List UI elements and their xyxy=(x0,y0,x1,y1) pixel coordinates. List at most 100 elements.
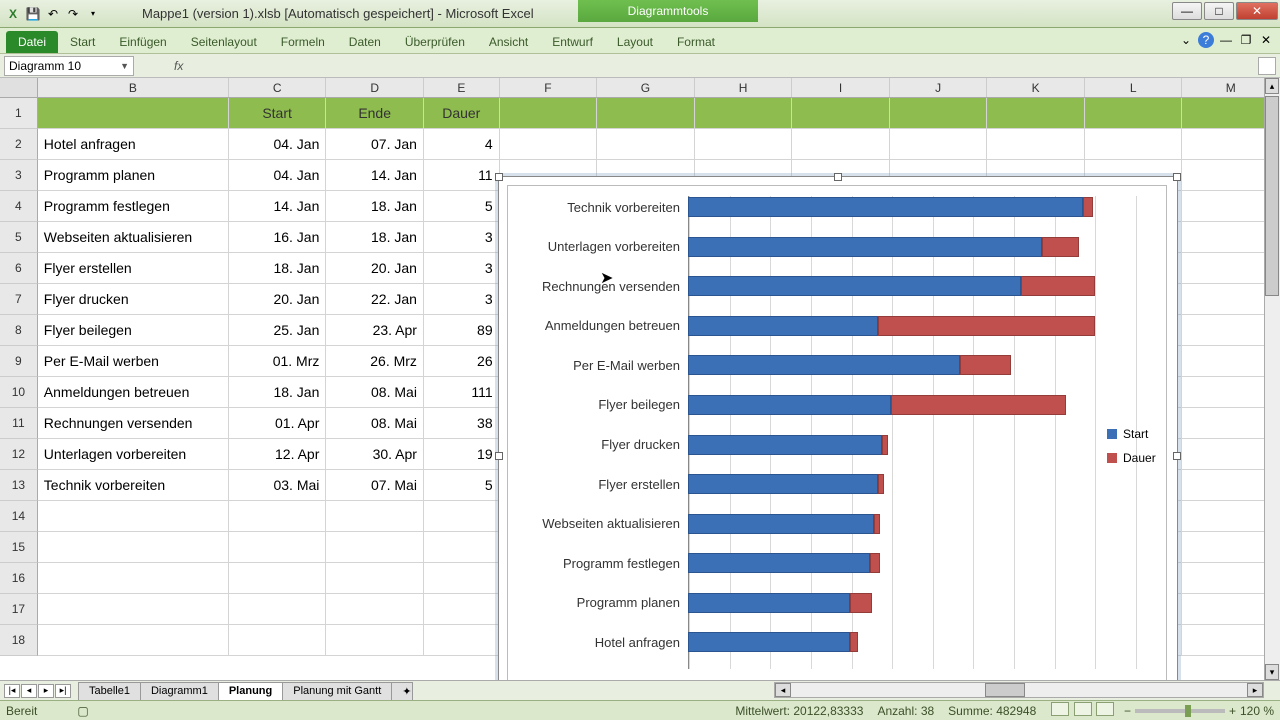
cell[interactable]: Technik vorbereiten xyxy=(38,470,229,501)
maximize-button[interactable]: □ xyxy=(1204,2,1234,20)
cell[interactable]: 25. Jan xyxy=(229,315,327,346)
cell[interactable] xyxy=(229,625,327,656)
chart-bar-start[interactable] xyxy=(688,316,878,336)
cell[interactable] xyxy=(792,98,890,129)
zoom-slider-knob[interactable] xyxy=(1185,705,1191,717)
scroll-left-button[interactable]: ◂ xyxy=(775,683,791,697)
close-button[interactable]: ✕ xyxy=(1236,2,1278,20)
cell[interactable] xyxy=(38,501,229,532)
help-icon[interactable]: ? xyxy=(1198,32,1214,48)
cell[interactable] xyxy=(38,532,229,563)
cell[interactable] xyxy=(38,625,229,656)
ribbon-minimize-icon[interactable]: ⌄ xyxy=(1178,32,1194,48)
cell[interactable] xyxy=(38,98,229,129)
cell[interactable]: 4 xyxy=(424,129,500,160)
cell[interactable]: 07. Mai xyxy=(326,470,424,501)
chart-bar-start[interactable] xyxy=(688,435,882,455)
cell[interactable] xyxy=(500,98,598,129)
cell[interactable]: 12. Apr xyxy=(229,439,327,470)
chart-bar-dauer[interactable] xyxy=(882,435,888,455)
col-header[interactable]: C xyxy=(229,78,327,97)
cell[interactable] xyxy=(597,129,695,160)
cell[interactable]: 08. Mai xyxy=(326,408,424,439)
tab-layout[interactable]: Layout xyxy=(605,31,665,53)
chart-bar-start[interactable] xyxy=(688,355,960,375)
redo-icon[interactable]: ↷ xyxy=(64,5,82,23)
row-header[interactable]: 11 xyxy=(0,408,38,439)
formula-bar-expand-icon[interactable] xyxy=(1258,57,1276,75)
col-header[interactable]: L xyxy=(1085,78,1183,97)
chart-bar-start[interactable] xyxy=(688,553,870,573)
cell[interactable]: 26. Mrz xyxy=(326,346,424,377)
workbook-close-icon[interactable]: ✕ xyxy=(1258,32,1274,48)
name-box[interactable]: Diagramm 10 ▼ xyxy=(4,56,134,76)
cell[interactable]: 22. Jan xyxy=(326,284,424,315)
sheet-nav-next-icon[interactable]: ▸ xyxy=(38,684,54,698)
cell[interactable] xyxy=(326,563,424,594)
cell[interactable] xyxy=(229,532,327,563)
chart-bar-start[interactable] xyxy=(688,276,1021,296)
view-pagelayout-icon[interactable] xyxy=(1074,702,1092,716)
workbook-restore-icon[interactable]: ❐ xyxy=(1238,32,1254,48)
undo-icon[interactable]: ↶ xyxy=(44,5,62,23)
chart-bar-dauer[interactable] xyxy=(1042,237,1079,257)
zoom-out-button[interactable]: − xyxy=(1124,704,1131,718)
cell[interactable]: 11 xyxy=(424,160,500,191)
chart-legend[interactable]: Start Dauer xyxy=(1107,427,1175,475)
cell[interactable]: 23. Apr xyxy=(326,315,424,346)
cell[interactable]: 20. Jan xyxy=(326,253,424,284)
cell[interactable]: 89 xyxy=(424,315,500,346)
cell[interactable]: Flyer beilegen xyxy=(38,315,229,346)
cell[interactable]: 18. Jan xyxy=(326,222,424,253)
row-header[interactable]: 14 xyxy=(0,501,38,532)
worksheet-grid[interactable]: B C D E F G H I J K L M 1StartEndeDauer2… xyxy=(0,78,1280,680)
cell[interactable]: Dauer xyxy=(424,98,500,129)
cell[interactable] xyxy=(424,532,500,563)
row-header[interactable]: 4 xyxy=(0,191,38,222)
cell[interactable] xyxy=(424,625,500,656)
cell[interactable]: 38 xyxy=(424,408,500,439)
row-header[interactable]: 5 xyxy=(0,222,38,253)
cell[interactable] xyxy=(424,594,500,625)
chart-bar-dauer[interactable] xyxy=(870,553,880,573)
save-icon[interactable]: 💾 xyxy=(24,5,42,23)
chart-bar-dauer[interactable] xyxy=(960,355,1011,375)
cell[interactable]: Programm planen xyxy=(38,160,229,191)
row-header[interactable]: 17 xyxy=(0,594,38,625)
chart-bar-dauer[interactable] xyxy=(878,474,884,494)
scroll-thumb[interactable] xyxy=(1265,96,1279,296)
tab-data[interactable]: Daten xyxy=(337,31,393,53)
cell[interactable]: 3 xyxy=(424,253,500,284)
row-header[interactable]: 18 xyxy=(0,625,38,656)
workbook-minimize-icon[interactable]: — xyxy=(1218,32,1234,48)
vertical-scrollbar[interactable]: ▴ ▾ xyxy=(1264,78,1280,680)
sheet-nav-prev-icon[interactable]: ◂ xyxy=(21,684,37,698)
row-header[interactable]: 15 xyxy=(0,532,38,563)
sheet-tab[interactable]: Tabelle1 xyxy=(78,682,141,700)
cell[interactable] xyxy=(987,129,1085,160)
macro-record-icon[interactable]: ▢ xyxy=(77,704,88,718)
cell[interactable]: 18. Jan xyxy=(229,377,327,408)
tab-file[interactable]: Datei xyxy=(6,31,58,53)
cell[interactable]: Rechnungen versenden xyxy=(38,408,229,439)
cell[interactable] xyxy=(695,98,793,129)
resize-handle[interactable] xyxy=(834,173,842,181)
chart-bar-dauer[interactable] xyxy=(874,514,880,534)
tab-design[interactable]: Entwurf xyxy=(540,31,605,53)
sheet-nav-last-icon[interactable]: ▸| xyxy=(55,684,71,698)
col-header[interactable]: E xyxy=(424,78,500,97)
cell[interactable] xyxy=(326,532,424,563)
cell[interactable]: 08. Mai xyxy=(326,377,424,408)
tab-start[interactable]: Start xyxy=(58,31,107,53)
cell[interactable]: Anmeldungen betreuen xyxy=(38,377,229,408)
sheet-tab[interactable]: Diagramm1 xyxy=(140,682,219,700)
cell[interactable]: 20. Jan xyxy=(229,284,327,315)
row-header[interactable]: 13 xyxy=(0,470,38,501)
scroll-thumb[interactable] xyxy=(985,683,1025,697)
cell[interactable]: 3 xyxy=(424,222,500,253)
tab-view[interactable]: Ansicht xyxy=(477,31,540,53)
cell[interactable]: Start xyxy=(229,98,327,129)
row-header[interactable]: 16 xyxy=(0,563,38,594)
scroll-down-button[interactable]: ▾ xyxy=(1265,664,1279,680)
cell[interactable] xyxy=(424,563,500,594)
